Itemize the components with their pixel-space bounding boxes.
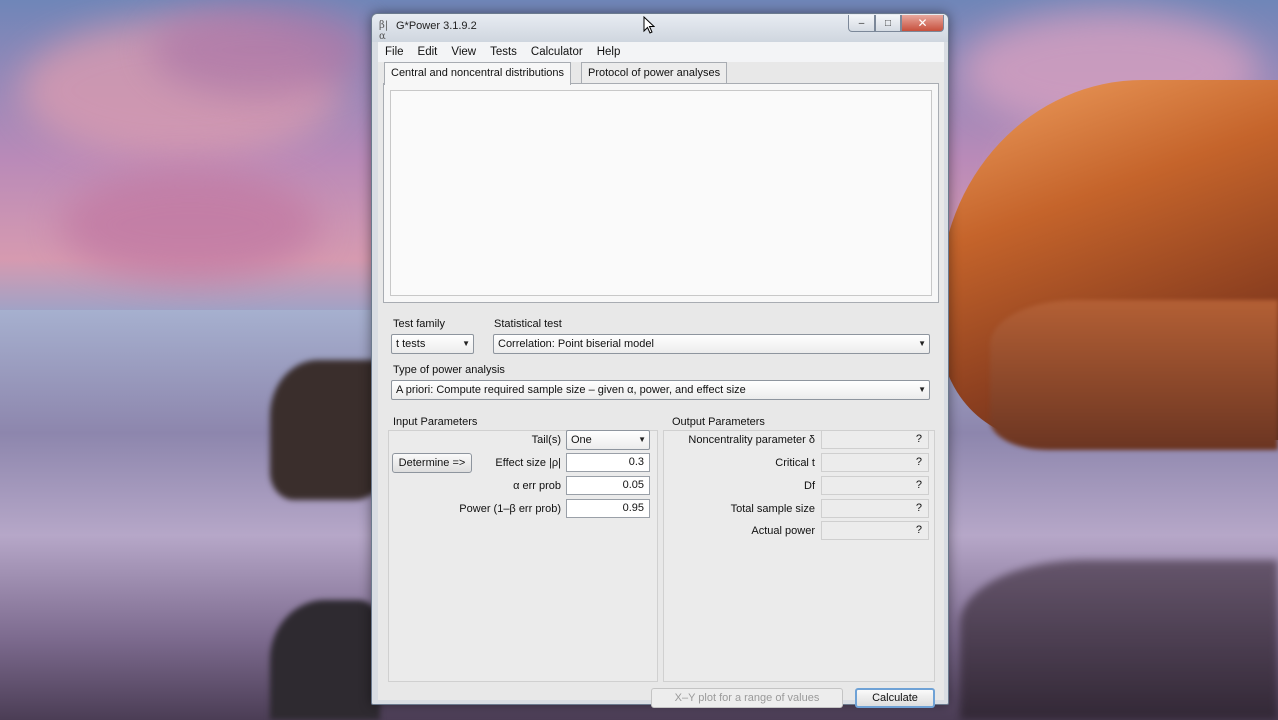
close-button[interactable]: ✕ [901, 15, 944, 32]
title-bar[interactable]: β|α G*Power 3.1.9.2 – □ ✕ [372, 14, 948, 42]
distribution-plot-area [390, 90, 932, 296]
menu-tests[interactable]: Tests [483, 42, 524, 62]
input-parameters-title: Input Parameters [393, 416, 478, 428]
effect-size-label: Effect size |ρ| [495, 457, 561, 469]
statistical-test-dropdown[interactable]: Correlation: Point biserial model ▼ [493, 334, 930, 354]
menu-file[interactable]: File [378, 42, 411, 62]
mouse-cursor-icon [643, 16, 655, 34]
minimize-icon: – [858, 17, 865, 29]
determine-button[interactable]: Determine => [392, 453, 472, 473]
menu-bar: File Edit View Tests Calculator Help [378, 42, 944, 62]
actual-power-value: ? [821, 521, 929, 540]
output-parameters-title: Output Parameters [672, 416, 765, 428]
tails-dropdown[interactable]: One ▼ [566, 430, 650, 450]
window-title: G*Power 3.1.9.2 [396, 20, 477, 32]
menu-view[interactable]: View [444, 42, 483, 62]
statistical-test-value: Correlation: Point biserial model [498, 338, 654, 350]
df-value: ? [821, 476, 929, 495]
chevron-down-icon: ▼ [462, 339, 470, 348]
chevron-down-icon: ▼ [918, 385, 926, 394]
gpower-app-icon: β|α [379, 20, 389, 42]
tab-protocol[interactable]: Protocol of power analyses [581, 62, 728, 84]
client-area: Central and noncentral distributions Pro… [378, 62, 944, 708]
maximize-icon: □ [884, 17, 892, 29]
chevron-down-icon: ▼ [918, 339, 926, 348]
gpower-window: β|α G*Power 3.1.9.2 – □ ✕ File Edit View… [371, 13, 949, 708]
statistical-test-label: Statistical test [494, 318, 562, 330]
df-label: Df [804, 480, 815, 492]
critical-t-value: ? [821, 453, 929, 472]
total-sample-size-label: Total sample size [730, 503, 815, 515]
test-family-value: t tests [396, 338, 426, 350]
effect-size-input[interactable]: 0.3 [566, 453, 650, 472]
critical-t-label: Critical t [775, 457, 815, 469]
maximize-button[interactable]: □ [875, 15, 901, 32]
noncentrality-label: Noncentrality parameter δ [688, 434, 815, 446]
calculate-button[interactable]: Calculate [855, 688, 935, 708]
power-analysis-label: Type of power analysis [393, 364, 505, 376]
power-analysis-value: A priori: Compute required sample size –… [396, 384, 746, 396]
total-sample-size-value: ? [821, 499, 929, 518]
test-family-dropdown[interactable]: t tests ▼ [391, 334, 474, 354]
power-analysis-dropdown[interactable]: A priori: Compute required sample size –… [391, 380, 930, 400]
tails-value: One [571, 434, 592, 446]
actual-power-label: Actual power [751, 525, 815, 537]
minimize-button[interactable]: – [848, 15, 875, 32]
menu-calculator[interactable]: Calculator [524, 42, 590, 62]
xy-plot-button[interactable]: X–Y plot for a range of values [651, 688, 843, 708]
power-input[interactable]: 0.95 [566, 499, 650, 518]
menu-help[interactable]: Help [590, 42, 628, 62]
chevron-down-icon: ▼ [638, 435, 646, 444]
tab-distributions[interactable]: Central and noncentral distributions [384, 62, 572, 85]
test-family-label: Test family [393, 318, 445, 330]
distributions-panel [383, 83, 939, 303]
noncentrality-value: ? [821, 430, 929, 449]
close-icon: ✕ [917, 16, 928, 30]
alpha-err-prob-label: α err prob [513, 480, 561, 492]
tails-label: Tail(s) [531, 434, 561, 446]
power-label: Power (1–β err prob) [459, 503, 561, 515]
menu-edit[interactable]: Edit [411, 42, 445, 62]
alpha-err-prob-input[interactable]: 0.05 [566, 476, 650, 495]
